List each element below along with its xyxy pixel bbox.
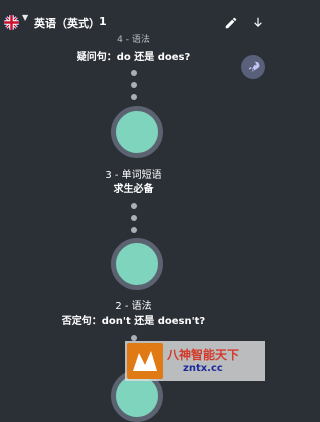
pencil-icon[interactable] [224, 15, 238, 29]
lesson-title[interactable]: 求生必备 [0, 180, 267, 195]
lesson-title[interactable]: 否定句：don't 还是 doesn't? [0, 312, 267, 327]
rocket-button[interactable] [241, 55, 265, 79]
lesson-label: 3 - 单词短语 [105, 170, 162, 181]
lesson-label: 4 - 语法 [117, 35, 150, 45]
watermark: 八神智能天下 zntx.cc [125, 341, 265, 381]
course-title[interactable]: 英语（英式） [34, 15, 100, 31]
uk-flag-icon[interactable] [4, 15, 19, 30]
lesson-label: 2 - 语法 [115, 301, 152, 312]
path-dot [131, 70, 137, 76]
watermark-url: zntx.cc [183, 363, 223, 374]
path-dot [131, 82, 137, 88]
watermark-logo-icon [127, 343, 163, 379]
lesson-node[interactable] [111, 106, 163, 158]
lesson-title[interactable]: 疑问句：do 还是 does? [0, 48, 267, 63]
path-dot [131, 94, 137, 100]
course-level: 1 [99, 15, 107, 28]
lesson-node[interactable] [111, 238, 163, 290]
path-dot [131, 227, 137, 233]
download-icon[interactable] [251, 15, 265, 29]
rocket-icon [247, 58, 260, 77]
path-dot [131, 203, 137, 209]
watermark-text: 八神智能天下 [167, 348, 240, 362]
path-dot [131, 215, 137, 221]
caret-down-icon[interactable]: ▼ [22, 13, 28, 22]
